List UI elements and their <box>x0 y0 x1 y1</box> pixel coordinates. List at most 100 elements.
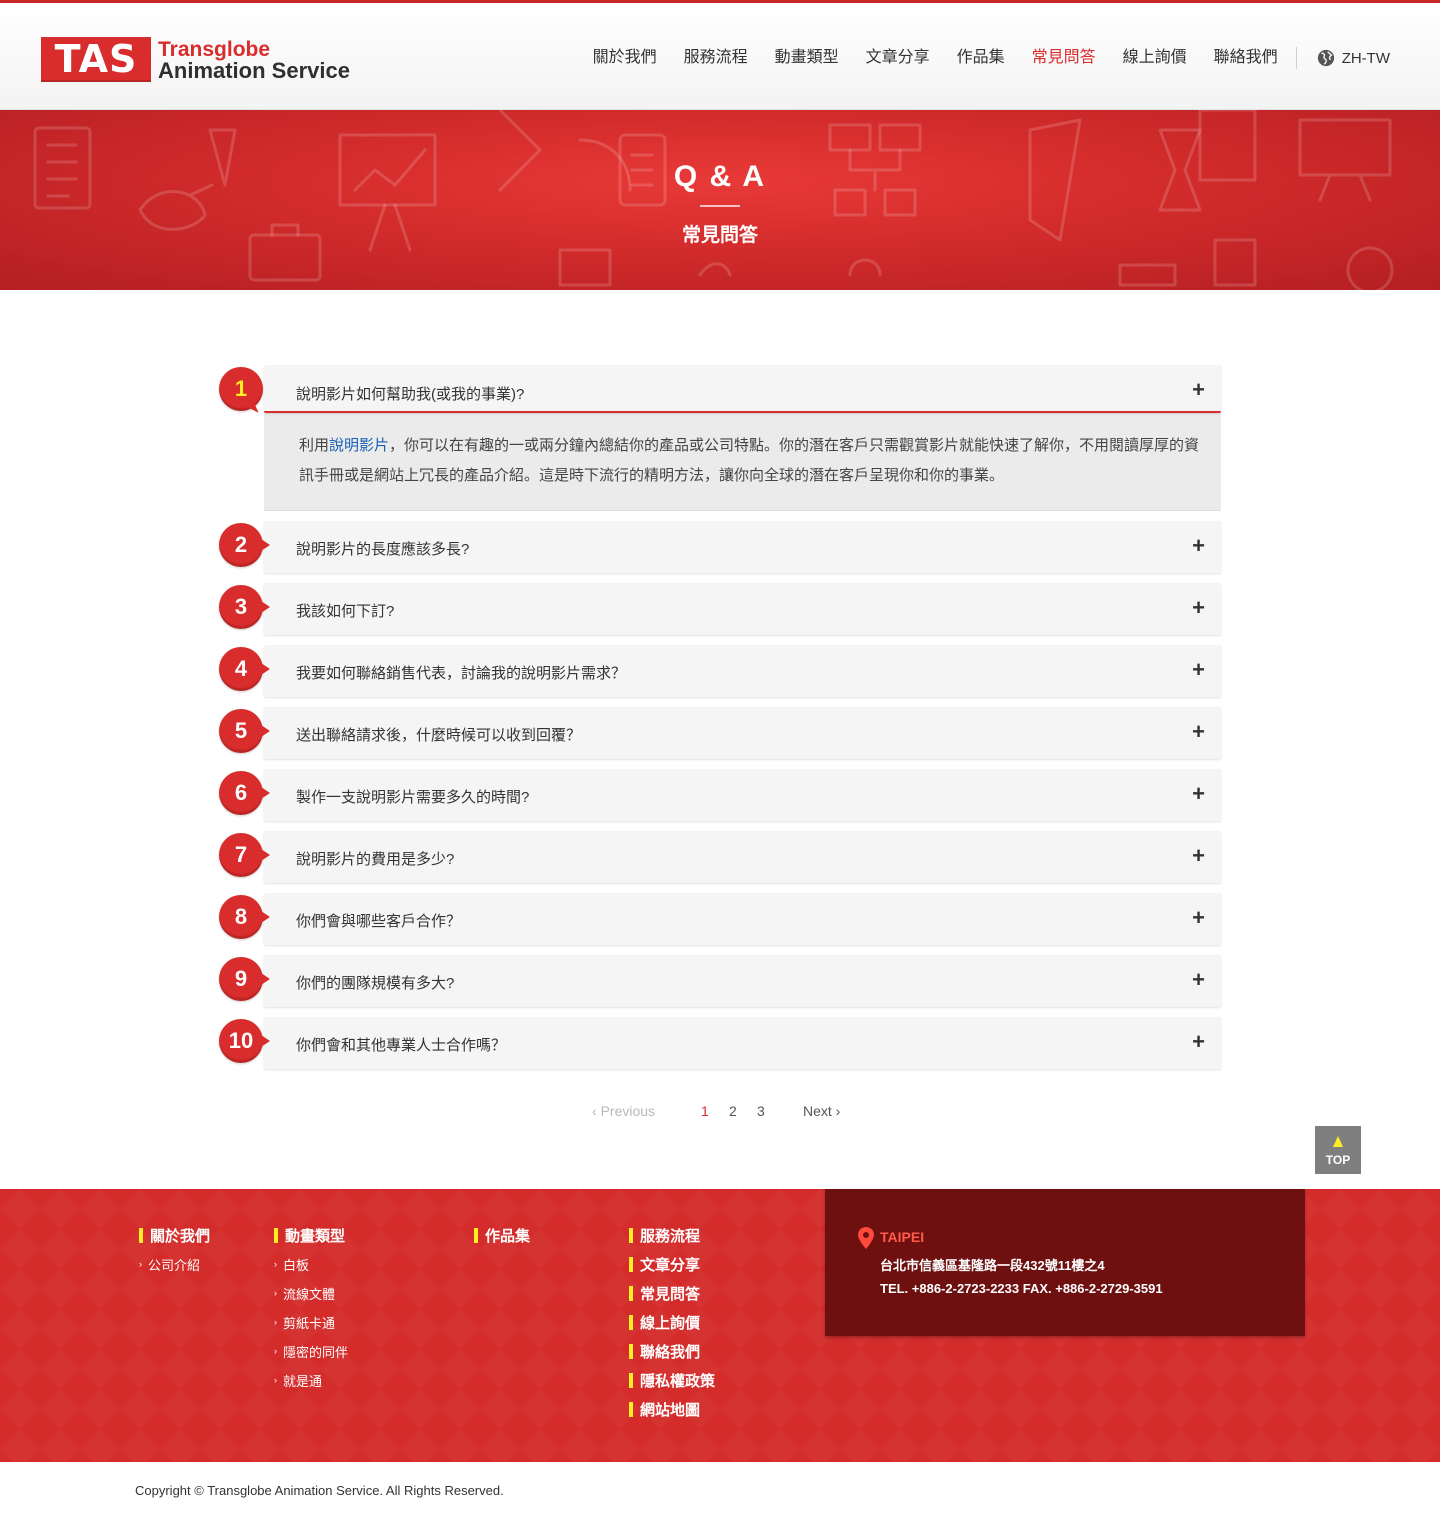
footer-heading-label: 常見問答 <box>640 1285 701 1303</box>
footer-heading-about[interactable]: 關於我們 <box>139 1226 210 1245</box>
faq-question: 我要如何聯絡銷售代表，討論我的說明影片需求？ <box>296 665 627 682</box>
footer-link-articles[interactable]: 文章分享 <box>629 1255 715 1274</box>
faq-number: 9 <box>234 966 248 991</box>
footer-heading-label: 動畫類型 <box>285 1227 346 1245</box>
map-pin-icon <box>858 1227 874 1249</box>
faq-question: 說明影片的長度應該多長? <box>296 541 470 558</box>
plus-icon[interactable]: + <box>1192 1030 1205 1054</box>
footer-link-justdoit[interactable]: › 就是通 <box>274 1371 348 1389</box>
faq-question-toggle[interactable]: 送出聯絡請求後，什麼時候可以收到回覆？ + <box>264 707 1221 759</box>
plus-icon[interactable]: + <box>1192 658 1205 682</box>
contact-phone-fax: TEL. +886-2-2723-2233 FAX. +886-2-2729-3… <box>880 1281 1163 1296</box>
nav-animation-types[interactable]: 動畫類型 <box>775 47 839 69</box>
faq-question-toggle[interactable]: 製作一支說明影片需要多久的時間? + <box>264 769 1221 821</box>
faq-question: 你們會和其他專業人士合作嗎？ <box>296 1037 507 1054</box>
footer-link-whiteboard[interactable]: › 白板 <box>274 1255 348 1273</box>
plus-icon[interactable]: + <box>1192 782 1205 806</box>
logo-mark: TAS <box>41 37 151 82</box>
nav-about[interactable]: 關於我們 <box>593 47 657 69</box>
faq-question-toggle[interactable]: 說明影片如何幫助我(或我的事業)? + <box>264 365 1221 413</box>
chevron-right-icon: › <box>274 1259 277 1269</box>
footer-bar <box>274 1227 278 1243</box>
plus-icon[interactable]: + <box>1192 720 1205 744</box>
footer-link-label: 隱密的同伴 <box>283 1344 349 1360</box>
footer-heading-label: 作品集 <box>485 1227 531 1245</box>
page-banner: Q & A 常見問答 <box>0 110 1440 290</box>
footer-heading-label: 服務流程 <box>640 1227 701 1245</box>
faq-number-badge: 7 <box>219 833 270 877</box>
footer-link-companion[interactable]: › 隱密的同伴 <box>274 1342 348 1360</box>
footer-link-label: 白板 <box>283 1257 310 1273</box>
faq-number: 6 <box>234 780 248 805</box>
faq-question-toggle[interactable]: 你們的團隊規模有多大? + <box>264 955 1221 1007</box>
back-to-top-button[interactable]: TOP <box>1315 1126 1361 1174</box>
nav-quote[interactable]: 線上詢價 <box>1123 47 1187 69</box>
faq-question: 你們會與哪些客戶合作？ <box>296 913 462 930</box>
faq-answer: 利用說明影片，你可以在有趣的一或兩分鐘內總結你的產品或公司特點。你的潛在客戶只需… <box>264 413 1221 511</box>
nav-divider <box>1295 47 1297 69</box>
explainer-video-link[interactable]: 說明影片 <box>329 437 389 454</box>
faq-number-badge: 10 <box>219 1019 270 1063</box>
site-footer: 關於我們 › 公司介紹 動畫類型 › 白板 › 流線文體 › 剪紙卡通 › 隱密的同伴 ›… <box>0 1189 1440 1462</box>
chevron-right-icon: › <box>274 1288 277 1298</box>
footer-link-papercut[interactable]: › 剪紙卡通 <box>274 1313 348 1331</box>
plus-icon[interactable]: + <box>1192 378 1205 402</box>
footer-link-quote[interactable]: 線上詢價 <box>629 1313 715 1332</box>
faq-question-toggle[interactable]: 說明影片的長度應該多長? + <box>264 521 1221 573</box>
logo-line-2: Animation Service <box>158 58 350 83</box>
chevron-right-icon: › <box>274 1317 277 1327</box>
faq-item: 5 送出聯絡請求後，什麼時候可以收到回覆？ + <box>219 707 1221 759</box>
faq-number-badge: 2 <box>219 523 270 567</box>
footer-bar <box>629 1314 633 1330</box>
nav-contact[interactable]: 聯絡我們 <box>1214 47 1278 69</box>
footer-link-motion[interactable]: › 流線文體 <box>274 1284 348 1302</box>
faq-question-toggle[interactable]: 我要如何聯絡銷售代表，討論我的說明影片需求？ + <box>264 645 1221 697</box>
faq-number: 2 <box>234 532 248 557</box>
footer-link-label: 就是通 <box>283 1373 323 1389</box>
pagination-page-3[interactable]: 3 <box>757 1100 765 1122</box>
faq-item: 9 你們的團隊規模有多大? + <box>219 955 1221 1007</box>
plus-icon[interactable]: + <box>1192 968 1205 992</box>
plus-icon[interactable]: + <box>1192 906 1205 930</box>
faq-number-badge: 5 <box>219 709 270 753</box>
faq-question-toggle[interactable]: 你們會與哪些客戶合作？ + <box>264 893 1221 945</box>
faq-item: 6 製作一支說明影片需要多久的時間? + <box>219 769 1221 821</box>
contact-box: TAIPEI 台北市信義區基隆路一段432號11樓之4 TEL. +886-2-… <box>825 1189 1305 1336</box>
footer-heading-portfolio[interactable]: 作品集 <box>474 1226 531 1245</box>
footer-link-privacy[interactable]: 隱私權政策 <box>629 1371 715 1390</box>
plus-icon[interactable]: + <box>1192 534 1205 558</box>
faq-answer-text-post: ，你可以在有趣的一或兩分鐘內總結你的產品或公司特點。你的潛在客戶只需觀賞影片就能… <box>299 437 1200 484</box>
faq-question-toggle[interactable]: 說明影片的費用是多少? + <box>264 831 1221 883</box>
footer-bar <box>474 1227 478 1243</box>
footer-heading-label: 文章分享 <box>640 1256 701 1274</box>
footer-heading-types[interactable]: 動畫類型 <box>274 1226 348 1245</box>
doodle-pattern <box>33 110 1394 290</box>
footer-link-process[interactable]: 服務流程 <box>629 1226 715 1245</box>
faq-question-toggle[interactable]: 我該如何下訂? + <box>264 583 1221 635</box>
nav-articles[interactable]: 文章分享 <box>866 47 930 69</box>
plus-icon[interactable]: + <box>1192 844 1205 868</box>
pagination-page-1[interactable]: 1 <box>701 1100 709 1122</box>
nav-faq[interactable]: 常見問答 <box>1020 47 1107 79</box>
top-label: TOP <box>1325 1153 1351 1167</box>
footer-bar <box>629 1256 633 1272</box>
faq-answer-text-pre: 利用 <box>299 437 330 454</box>
plus-icon[interactable]: + <box>1192 596 1205 620</box>
pagination-next[interactable]: Next › <box>803 1100 840 1122</box>
faq-item: 3 我該如何下訂? + <box>219 583 1221 635</box>
pagination-previous[interactable]: ‹ Previous <box>592 1100 655 1122</box>
faq-number-badge: 4 <box>219 647 270 691</box>
footer-link-company[interactable]: › 公司介紹 <box>139 1255 210 1273</box>
footer-link-contact[interactable]: 聯絡我們 <box>629 1342 715 1361</box>
faq-question: 我該如何下訂? <box>296 603 395 620</box>
footer-link-sitemap[interactable]: 網站地圖 <box>629 1400 715 1419</box>
language-switcher[interactable]: ZH-TW <box>1317 49 1390 67</box>
faq-question-toggle[interactable]: 你們會和其他專業人士合作嗎？ + <box>264 1017 1221 1069</box>
faq-number: 10 <box>228 1028 254 1053</box>
pagination: ‹ Previous 1 2 3 Next › <box>0 1100 1440 1122</box>
banner-title: Q & A <box>673 160 767 193</box>
footer-link-faq[interactable]: 常見問答 <box>629 1284 715 1303</box>
pagination-page-2[interactable]: 2 <box>729 1100 737 1122</box>
nav-process[interactable]: 服務流程 <box>684 47 748 69</box>
nav-portfolio[interactable]: 作品集 <box>957 47 1005 69</box>
